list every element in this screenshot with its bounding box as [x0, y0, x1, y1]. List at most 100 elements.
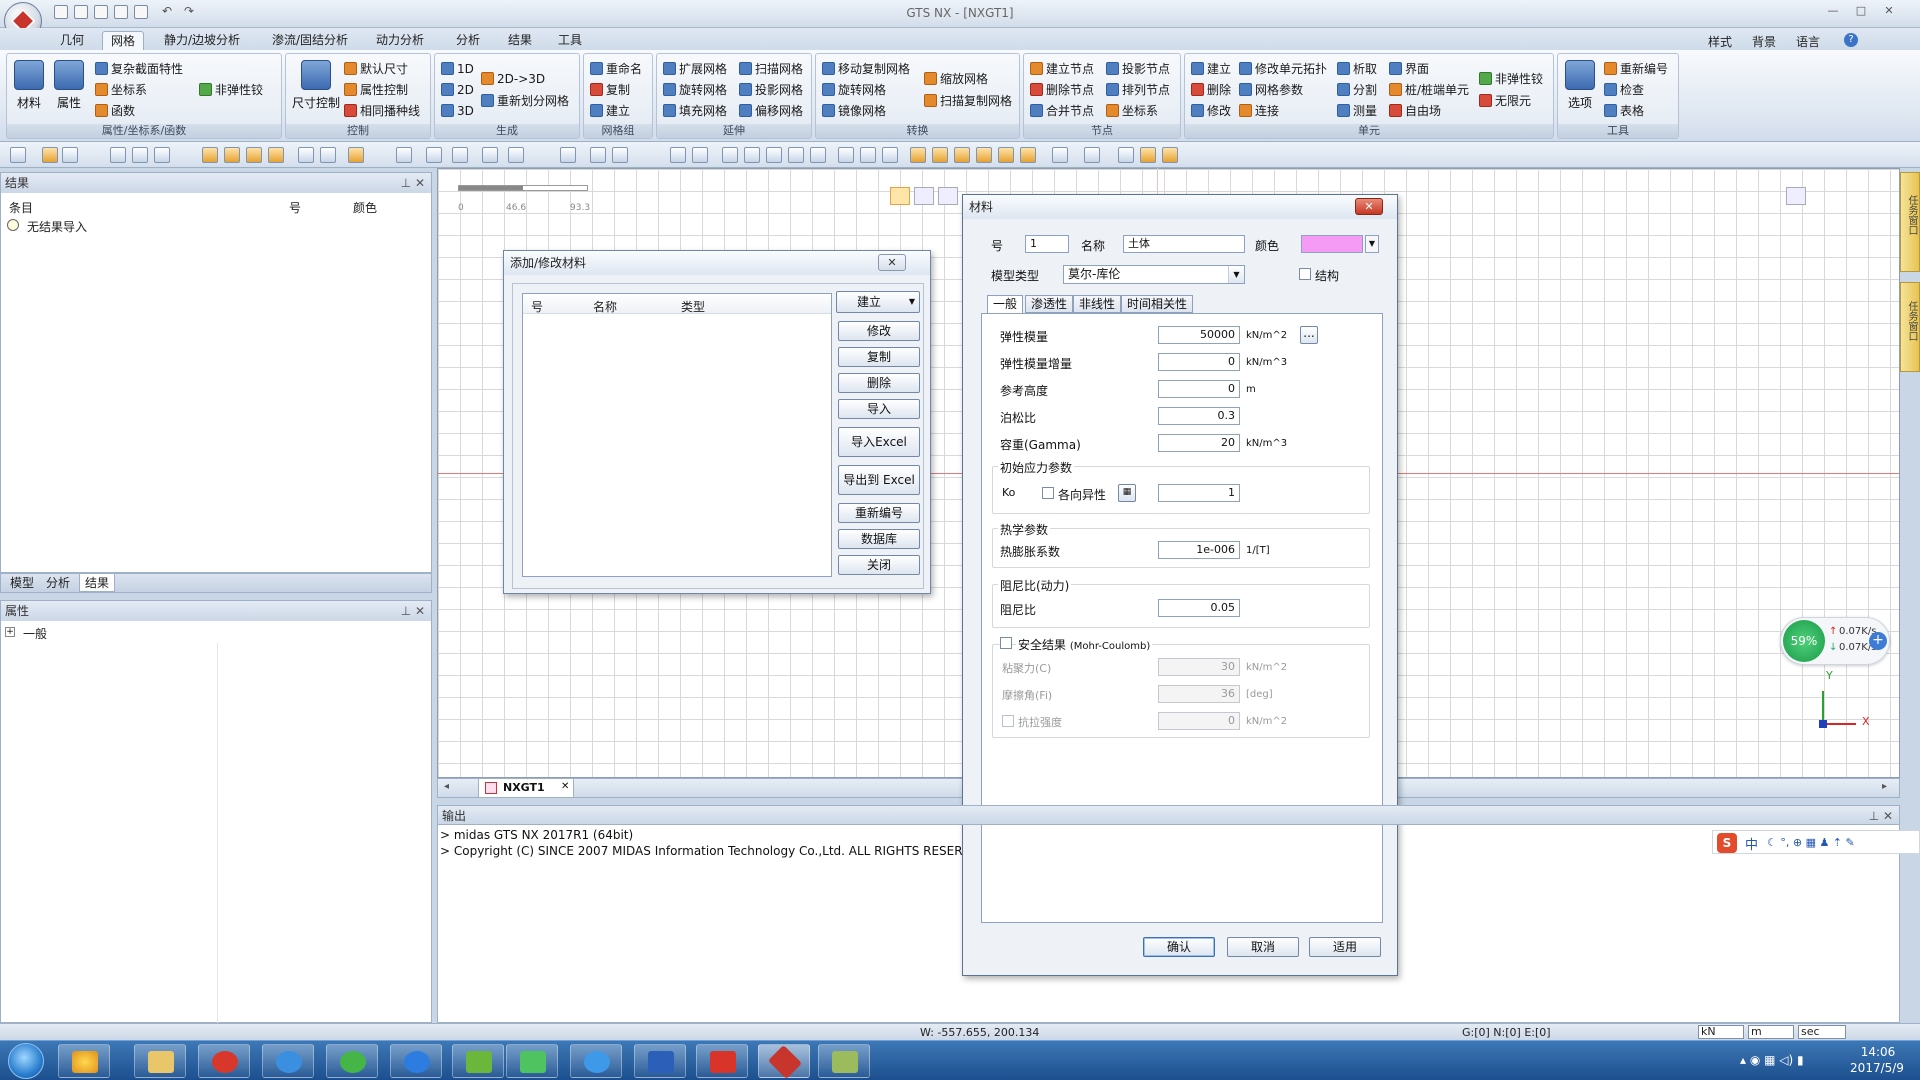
safety-result-checkbox[interactable]: [1000, 637, 1012, 649]
view-bottom-icon[interactable]: [1020, 147, 1036, 163]
taskbar-app-2[interactable]: [326, 1044, 378, 1078]
tab-time-dependent[interactable]: 时间相关性: [1121, 295, 1194, 313]
damping-ratio-field[interactable]: 0.05: [1158, 599, 1240, 617]
mirror-mesh-button[interactable]: 镜像网格: [822, 102, 886, 120]
scroll-right-icon[interactable]: ▸: [1882, 781, 1887, 792]
mesh-1d-button[interactable]: 1D: [441, 60, 474, 78]
mesh-3d-button[interactable]: 3D: [441, 102, 474, 120]
rotate-view-icon[interactable]: [766, 147, 782, 163]
coordinate-system-button[interactable]: 坐标系: [95, 81, 147, 99]
project-mesh-button[interactable]: 投影网格: [739, 81, 803, 99]
empty-result-item[interactable]: 无结果导入: [27, 218, 87, 235]
anisotropy-checkbox[interactable]: [1042, 487, 1054, 499]
render-icon[interactable]: [1118, 147, 1134, 163]
mesh-display-icon[interactable]: [298, 147, 314, 163]
copy-mesh-set-button[interactable]: 复制: [590, 81, 630, 99]
view-axis-icon[interactable]: [860, 147, 876, 163]
style-menu[interactable]: 样式: [1708, 33, 1732, 50]
time-unit-select[interactable]: sec: [1798, 1025, 1846, 1039]
snap-icon[interactable]: [224, 147, 240, 163]
node-query-icon[interactable]: [560, 147, 576, 163]
fill-mesh-button[interactable]: 填充网格: [663, 102, 727, 120]
taskbar-app-4[interactable]: [570, 1044, 622, 1078]
taskbar-gts[interactable]: [758, 1044, 810, 1079]
network-widget[interactable]: 59% 0.07K/s 0.07K/s ↑ ↓ +: [1780, 617, 1890, 665]
task-window-tab-2[interactable]: 任务窗口: [1900, 282, 1920, 372]
copy-material-button[interactable]: 复制: [838, 347, 920, 367]
mesh-2d-button[interactable]: 2D: [441, 81, 474, 99]
reference-height-field[interactable]: 0: [1158, 380, 1240, 398]
pick-icon[interactable]: [612, 147, 628, 163]
unlock-icon[interactable]: [62, 147, 78, 163]
wireframe-icon[interactable]: [1162, 147, 1178, 163]
ime-toolbar[interactable]: S 中 ☾ °, ⊕ ▦ ♟ ⇡ ✎: [1712, 830, 1920, 854]
zoom-out-icon[interactable]: [744, 147, 760, 163]
remesh-button[interactable]: 重新划分网格: [481, 92, 569, 110]
split-button[interactable]: 分割: [1337, 81, 1377, 99]
taskbar-explorer[interactable]: [134, 1044, 186, 1078]
zoom-window-icon[interactable]: [670, 147, 686, 163]
tab-dynamic[interactable]: 动力分析: [368, 31, 432, 50]
color-swatch[interactable]: [1301, 235, 1363, 253]
ime-mode[interactable]: 中: [1745, 834, 1758, 853]
view-back-icon[interactable]: [932, 147, 948, 163]
view-top-icon[interactable]: [998, 147, 1014, 163]
view-axis2-icon[interactable]: [882, 147, 898, 163]
tensile-strength-checkbox[interactable]: [1002, 715, 1014, 727]
poisson-ratio-field[interactable]: 0.3: [1158, 407, 1240, 425]
sweep-mesh-button[interactable]: 扫描网格: [739, 60, 803, 78]
project-node-button[interactable]: 投影节点: [1106, 60, 1170, 78]
zoom-icon[interactable]: [722, 147, 738, 163]
view-left-icon[interactable]: [954, 147, 970, 163]
connect-button[interactable]: 连接: [1239, 102, 1279, 120]
create-material-button[interactable]: 建立 ▼: [836, 291, 920, 313]
output-pin-close-icon[interactable]: ⊥ ✕: [1869, 806, 1893, 826]
taskbar-word[interactable]: [634, 1044, 686, 1078]
view-tool-icon[interactable]: [1786, 187, 1806, 205]
create-element-button[interactable]: 建立: [1191, 60, 1231, 78]
offset-mesh-button[interactable]: 偏移网格: [739, 102, 803, 120]
taskbar-app-5[interactable]: [818, 1044, 870, 1078]
modify-element-button[interactable]: 修改: [1191, 102, 1231, 120]
snap-point-icon[interactable]: [348, 147, 364, 163]
import-excel-button[interactable]: 导入Excel: [838, 427, 920, 457]
workplane-icon[interactable]: [246, 147, 262, 163]
view-front-icon[interactable]: [910, 147, 926, 163]
modify-material-button[interactable]: 修改: [838, 321, 920, 341]
coordinate-icon[interactable]: [268, 147, 284, 163]
property-button[interactable]: 属性: [51, 60, 87, 111]
apply-button[interactable]: 适用: [1309, 937, 1381, 957]
inelastic-hinge-button[interactable]: 非弹性铰: [199, 81, 263, 99]
rotate-icon[interactable]: [788, 147, 804, 163]
shrink-icon[interactable]: [452, 147, 468, 163]
modulus-increment-field[interactable]: 0: [1158, 353, 1240, 371]
extract-button[interactable]: 析取: [1337, 60, 1377, 78]
tab-static-slope[interactable]: 静力/边坡分析: [156, 31, 248, 50]
taskbar-app-1[interactable]: [58, 1044, 110, 1078]
modify-topology-button[interactable]: 修改单元拓扑: [1239, 60, 1327, 78]
taskbar-player[interactable]: [506, 1044, 558, 1078]
tab-nonlinear[interactable]: 非线性: [1073, 295, 1122, 313]
node-coordinate-button[interactable]: 坐标系: [1106, 102, 1158, 120]
color-dropdown-icon[interactable]: ▼: [1365, 235, 1379, 253]
move-copy-mesh-button[interactable]: 移动复制网格: [822, 60, 910, 78]
taskbar-pdf[interactable]: [696, 1044, 748, 1078]
table-button[interactable]: 表格: [1604, 102, 1644, 120]
tab-results[interactable]: 结果: [500, 31, 540, 50]
info-icon[interactable]: [482, 147, 498, 163]
infinite-element-button[interactable]: 无限元: [1479, 92, 1531, 110]
element-query-icon[interactable]: [590, 147, 606, 163]
close-window-icon[interactable]: ✕: [1878, 4, 1900, 20]
tab-model[interactable]: 模型: [5, 574, 39, 592]
table-icon[interactable]: ▦: [1118, 484, 1136, 502]
taskbar-media[interactable]: [198, 1044, 250, 1078]
tree-expand-icon[interactable]: +: [5, 627, 15, 637]
database-button[interactable]: 数据库: [838, 529, 920, 549]
display-icon[interactable]: [154, 147, 170, 163]
panel-pin-close-icon[interactable]: ⊥ ✕: [401, 173, 425, 193]
size-control-button[interactable]: 尺寸控制: [290, 60, 342, 111]
align-node-button[interactable]: 排列节点: [1106, 81, 1170, 99]
filter-icon[interactable]: [508, 147, 524, 163]
element-inelastic-hinge-button[interactable]: 非弹性铰: [1479, 70, 1543, 88]
unit-weight-field[interactable]: 20: [1158, 434, 1240, 452]
